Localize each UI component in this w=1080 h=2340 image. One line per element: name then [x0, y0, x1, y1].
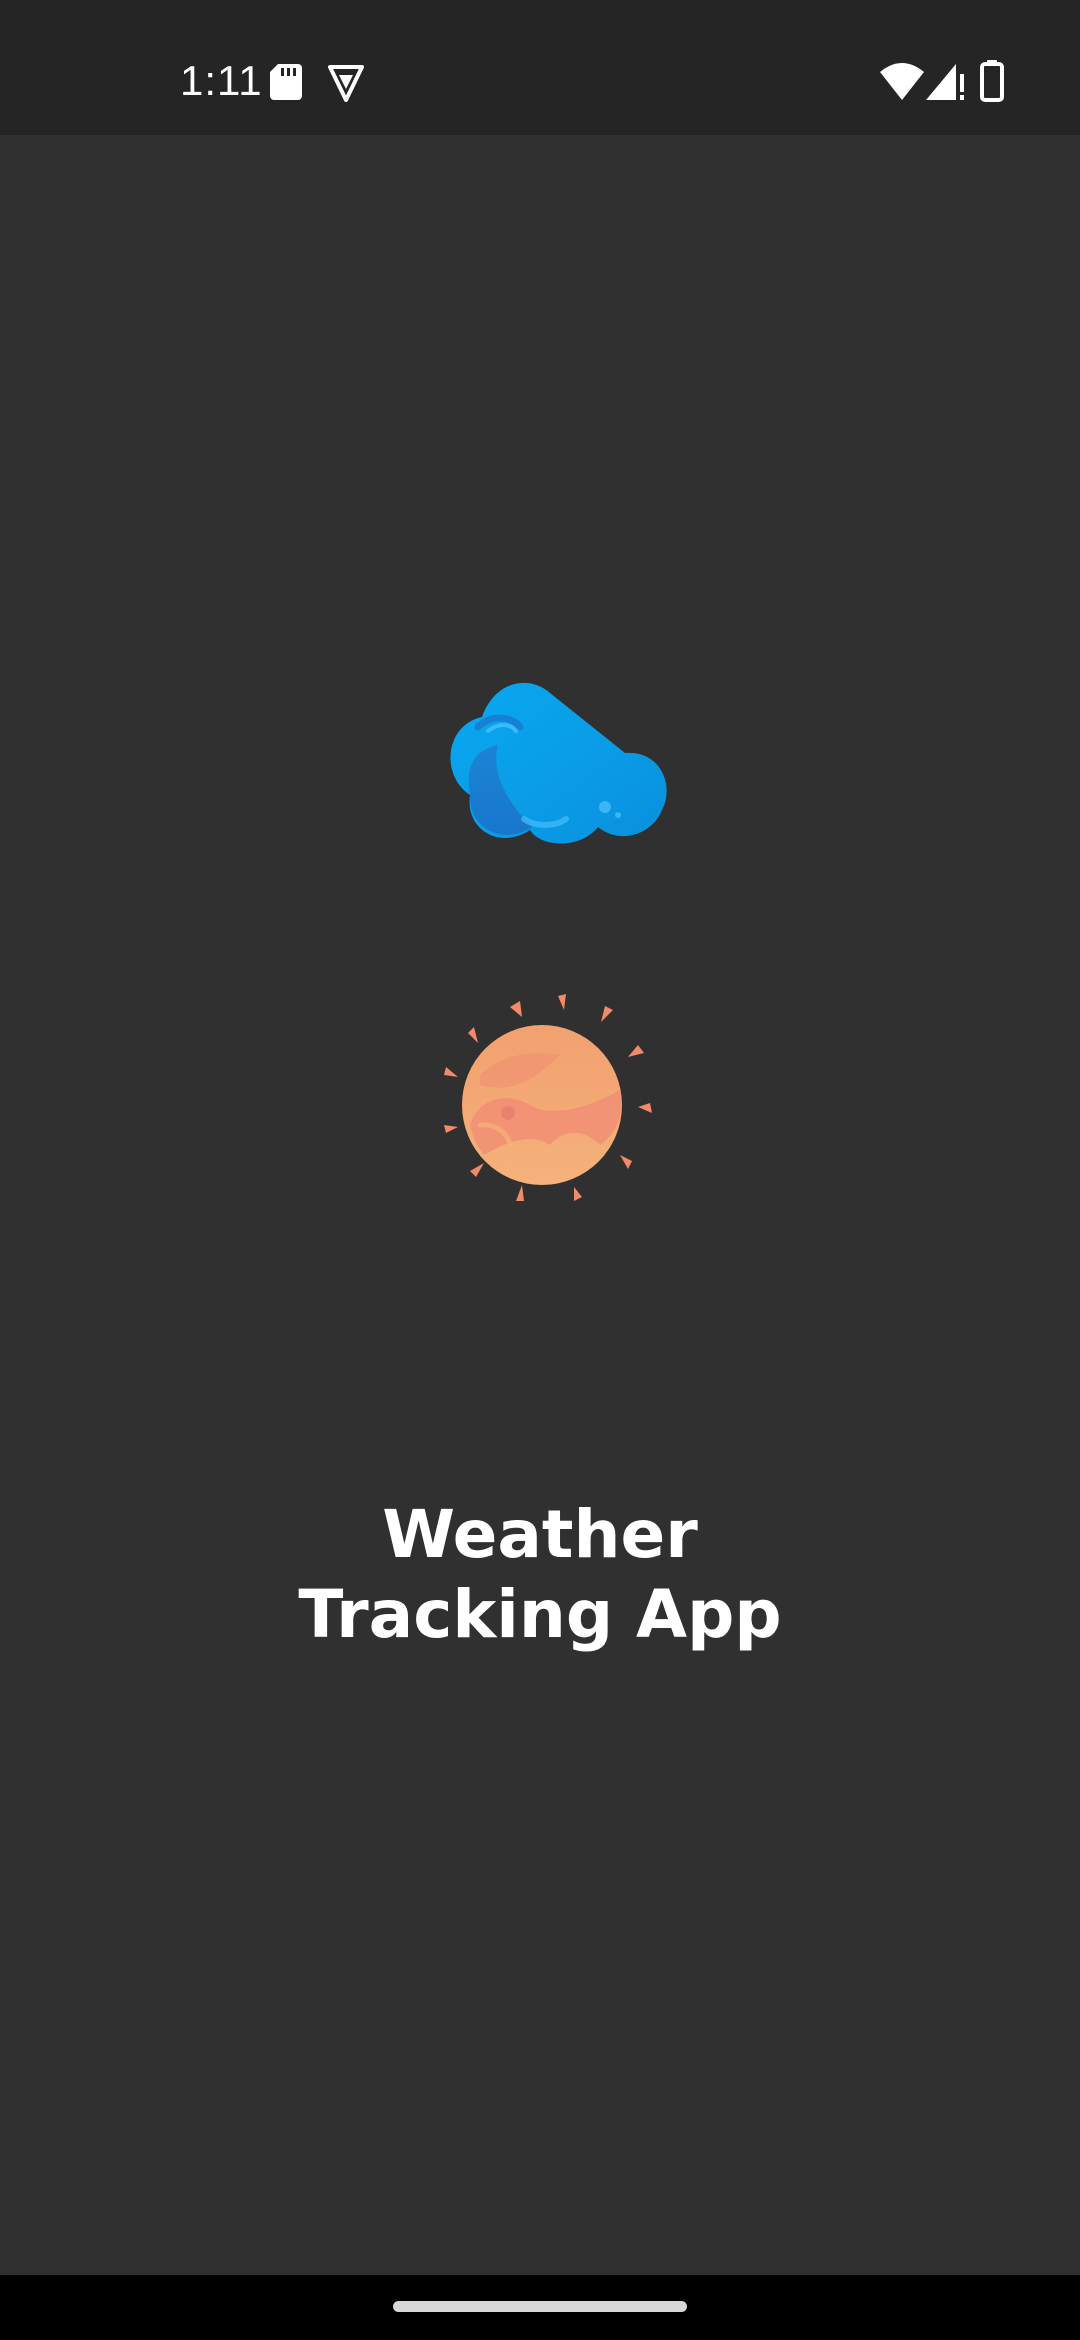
vpn-shield-icon [328, 65, 364, 102]
status-bar: 1:11 [0, 0, 1080, 135]
sd-card-icon [270, 64, 302, 100]
home-gesture-handle[interactable] [393, 2301, 687, 2312]
cellular-signal-icon [926, 64, 964, 100]
cloud-sun-icon [444, 682, 667, 1201]
battery-icon [980, 60, 1004, 102]
app-title-line-2: Tracking App [298, 1576, 782, 1653]
splash-screen: 1:11 Weather Tracking App [0, 0, 1080, 2340]
app-title: Weather Tracking App [0, 1495, 1080, 1655]
wifi-icon [880, 63, 924, 100]
status-time: 1:11 [180, 57, 263, 104]
cloud-shape [450, 682, 667, 844]
sun-body [462, 1025, 622, 1185]
app-title-line-1: Weather [382, 1496, 698, 1573]
